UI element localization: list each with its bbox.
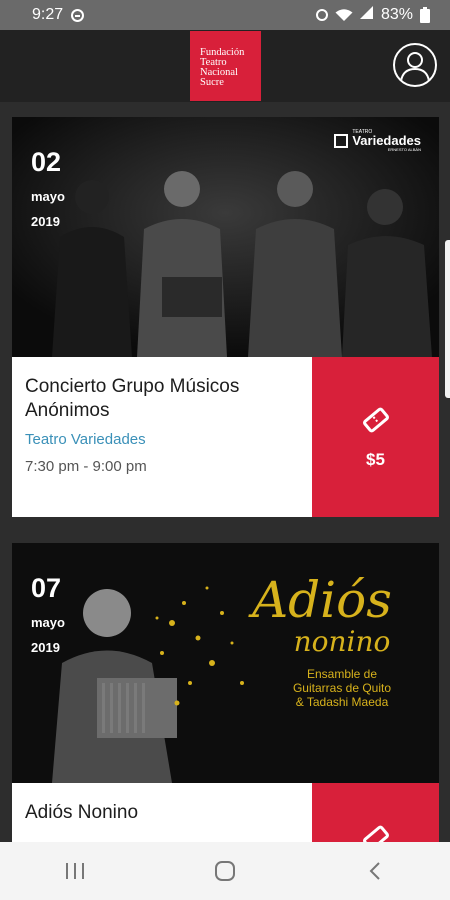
scroll-indicator[interactable] [445,240,450,398]
ticket-icon [361,823,391,842]
event-list[interactable]: TEATRO Variedades ERNESTO ALBÁN 02 mayo … [0,102,450,842]
battery-text: 83% [380,6,413,23]
status-time: 9:27 [32,6,64,23]
event-card[interactable]: Adiós nonino Ensamble de Guitarras de Qu… [12,543,439,842]
date-year: 2019 [31,214,60,229]
date-month: mayo [31,189,65,204]
poster-line: Guitarras de Quito [292,681,392,695]
event-venue[interactable]: Teatro Variedades [25,431,300,448]
logo-line: Sucre [200,77,224,88]
alarm-icon [315,9,328,21]
event-poster: Adiós nonino Ensamble de Guitarras de Qu… [12,543,439,783]
date-day: 07 [31,573,62,603]
event-date: 07 mayo 2019 [31,573,65,655]
date-year: 2019 [31,640,60,655]
wifi-icon [335,8,353,22]
poster-title: Adiós nonino Ensamble de Guitarras de Qu… [212,573,432,709]
ticket-icon [361,405,391,440]
band-photo [12,117,439,357]
status-bar: 9:27 83% [0,0,450,30]
venue-badge: TEATRO Variedades ERNESTO ALBÁN [334,129,421,152]
venue-logo-icon [334,133,349,148]
poster-line: & Tadashi Maeda [295,695,389,709]
poster-subheadline: nonino [293,625,391,658]
event-info: Adiós Nonino [12,783,439,842]
ticket-price: $5 [366,449,385,469]
back-icon[interactable] [355,856,395,886]
event-date: 02 mayo 2019 [31,147,65,229]
poster-line: Ensamble de [306,667,378,681]
poster-headline: Adiós [252,571,392,629]
recent-apps-icon[interactable] [55,856,95,886]
event-info: Concierto Grupo Músicos Anónimos Teatro … [12,357,439,517]
home-icon[interactable] [205,856,245,886]
event-time: 7:30 pm - 9:00 pm [25,458,147,475]
app-header: Fundación Teatro Nacional Sucre [0,30,450,102]
event-title[interactable]: Adiós Nonino [25,801,300,825]
date-day: 02 [31,147,62,177]
profile-icon[interactable] [393,43,437,87]
do-not-disturb-icon [71,8,85,22]
buy-ticket-button[interactable]: $5 [312,357,439,517]
badge-name: Variedades [352,133,421,148]
logo[interactable]: Fundación Teatro Nacional Sucre [190,31,261,101]
date-month: mayo [31,615,65,630]
battery-icon [420,7,430,23]
signal-icon [359,6,374,24]
buy-ticket-button[interactable] [312,783,439,842]
event-poster: TEATRO Variedades ERNESTO ALBÁN 02 mayo … [12,117,439,357]
system-nav-bar [0,842,450,900]
event-card[interactable]: TEATRO Variedades ERNESTO ALBÁN 02 mayo … [12,117,439,517]
event-title[interactable]: Concierto Grupo Músicos Anónimos [25,375,300,423]
